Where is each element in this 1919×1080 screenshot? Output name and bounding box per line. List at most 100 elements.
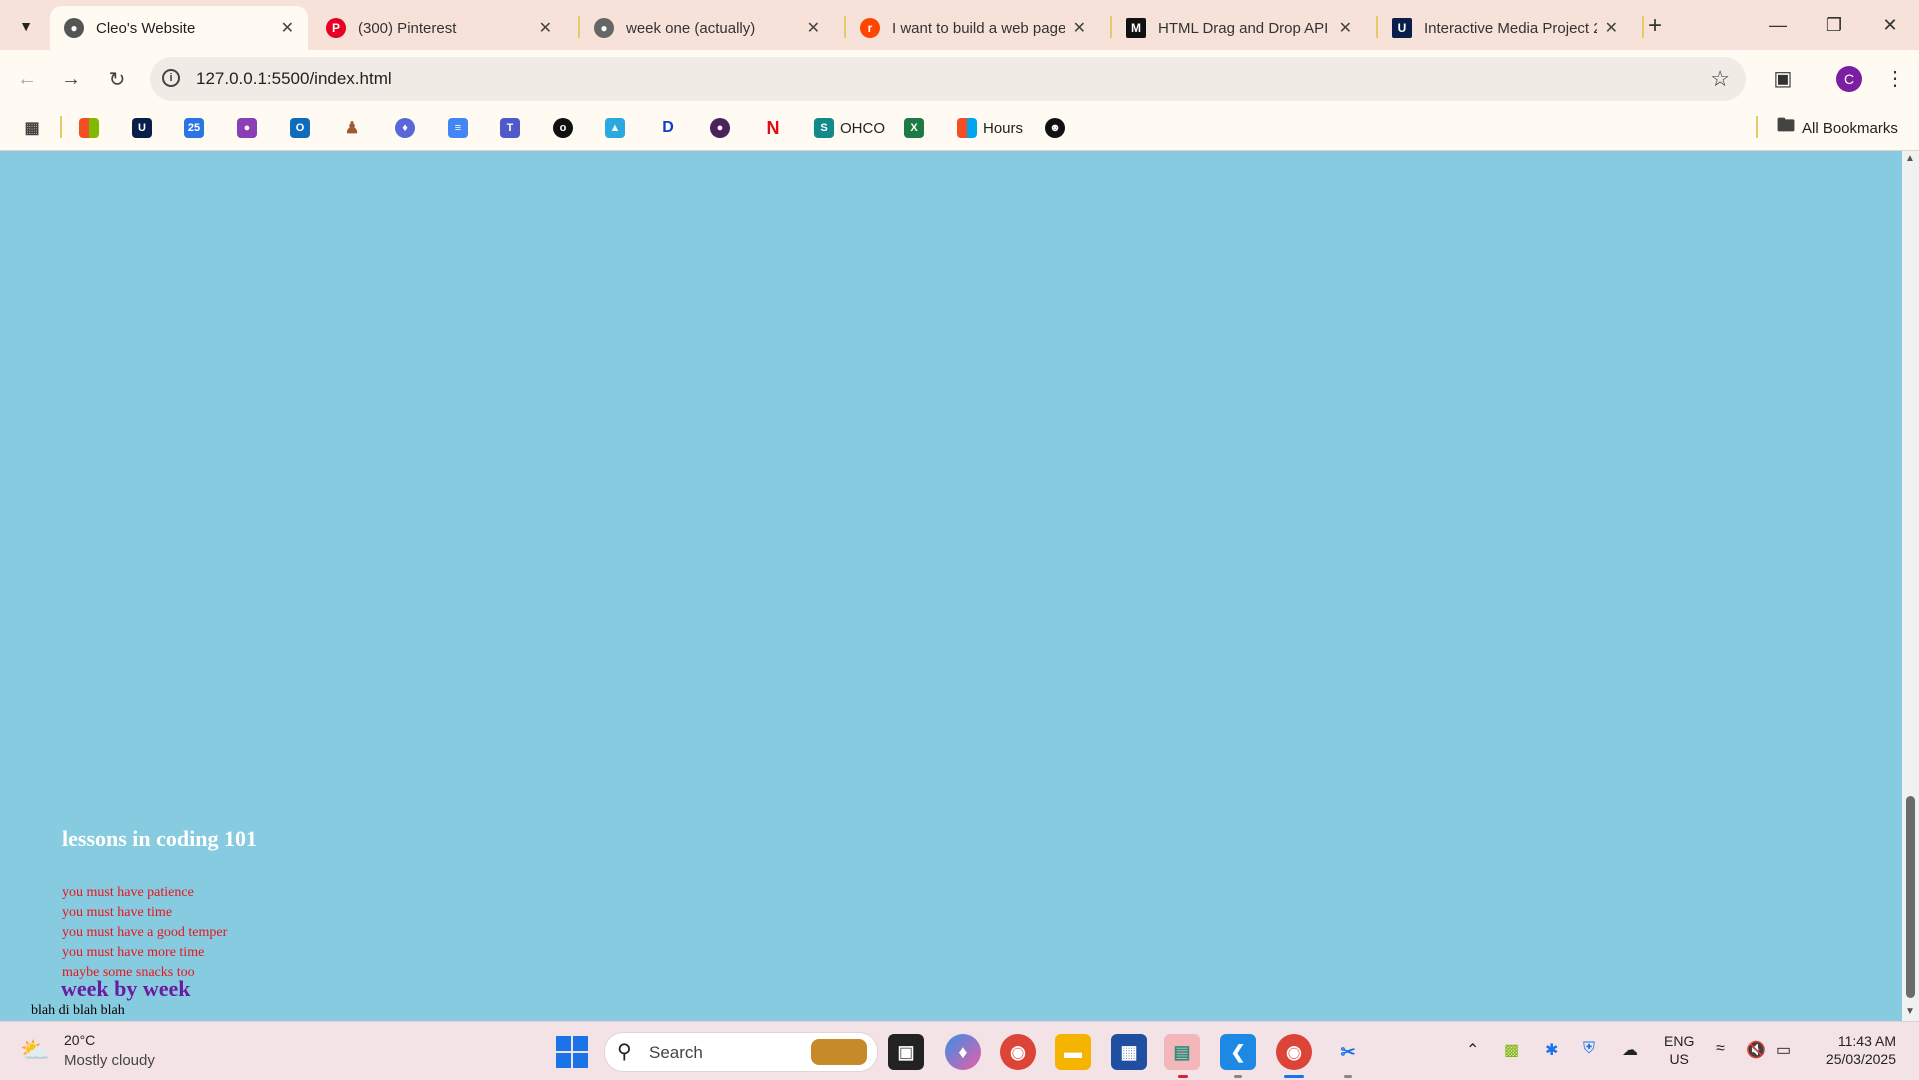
tab-title: Cleo's Website — [96, 19, 196, 37]
task-view-app[interactable]: ▣ — [888, 1034, 924, 1070]
restore-icon: ❐ — [1825, 14, 1843, 35]
vscode-app[interactable]: ❮ — [1220, 1034, 1256, 1070]
search-icon: ⚲ — [617, 1041, 632, 1063]
chrome-icon: ◉ — [1010, 1041, 1026, 1062]
app-indicator — [1284, 1075, 1304, 1078]
scroll-down-icon[interactable]: ▼ — [1905, 1006, 1915, 1017]
bookmark-ohco[interactable]: S OHCO — [814, 116, 885, 140]
bookmark-uts[interactable]: U — [132, 116, 152, 140]
profile-avatar[interactable]: C — [1836, 66, 1862, 92]
chrome-app[interactable]: ◉ — [1000, 1034, 1036, 1070]
chrome-profile-app[interactable]: ◉ — [1276, 1034, 1312, 1070]
bookmark-excel[interactable]: X — [904, 116, 924, 140]
bookmark-microsoft[interactable] — [79, 116, 99, 140]
tab-strip: ▼ ● Cleo's Website ✕ P (300) Pinterest ✕… — [0, 0, 1919, 50]
battery-icon[interactable]: ▭ — [1776, 1040, 1791, 1060]
close-icon[interactable]: ✕ — [807, 18, 820, 38]
close-window-button[interactable]: ✕ — [1870, 10, 1910, 40]
weather-cloud-icon[interactable]: ⛅ — [20, 1036, 52, 1064]
tab-interactive-media[interactable]: U Interactive Media Project 2 ✕ — [1378, 6, 1632, 50]
figure-icon: ♟ — [344, 120, 360, 137]
bookmark-hours[interactable]: Hours — [957, 116, 1023, 140]
speaker-muted-icon[interactable]: 🔇 — [1746, 1040, 1766, 1060]
bookmark-dark-circle[interactable]: ● — [710, 116, 730, 140]
close-icon[interactable]: ✕ — [539, 18, 552, 38]
minimize-icon: — — [1769, 14, 1787, 35]
bluetooth-icon[interactable]: ✱ — [1545, 1040, 1558, 1060]
tab-mdn-drag-drop[interactable]: M HTML Drag and Drop API ✕ — [1112, 6, 1366, 50]
bookmark-github[interactable]: ☻ — [1045, 116, 1065, 140]
all-bookmarks-button[interactable]: 🖿 All Bookmarks — [1776, 115, 1898, 140]
close-icon[interactable]: ✕ — [1339, 18, 1352, 38]
nvidia-icon[interactable]: ▩ — [1504, 1040, 1519, 1060]
bookmark-circle[interactable]: o — [553, 116, 573, 140]
url-text[interactable]: 127.0.0.1:5500/index.html — [196, 69, 392, 89]
excel-icon: X — [904, 118, 924, 138]
menu-button[interactable]: ⋮ — [1880, 63, 1910, 93]
weather-temperature[interactable]: 20°C — [64, 1032, 95, 1048]
close-icon[interactable]: ✕ — [1073, 18, 1086, 38]
tab-cleos-website[interactable]: ● Cleo's Website ✕ — [50, 6, 308, 50]
restore-button[interactable]: ❐ — [1814, 10, 1854, 40]
tab-search-button[interactable]: ▼ — [10, 10, 42, 42]
chrome-icon: ◉ — [1286, 1041, 1302, 1062]
snipping-app[interactable]: ▤ — [1164, 1034, 1200, 1070]
clock[interactable]: 11:43 AM 25/03/2025 — [1816, 1032, 1896, 1068]
wifi-icon[interactable]: ≈ — [1716, 1040, 1725, 1058]
snip-tool-app[interactable]: ✂ — [1330, 1034, 1366, 1070]
taskbar-search[interactable]: ⚲ Search — [604, 1032, 878, 1072]
arrow-right-icon: → — [61, 67, 81, 90]
puzzle-icon: ▣ — [1773, 67, 1793, 90]
start-button[interactable] — [556, 1036, 588, 1068]
bookmark-calendar[interactable]: 25 — [184, 116, 204, 140]
tab-reddit[interactable]: r I want to build a web page ✕ — [846, 6, 1100, 50]
github-icon: ☻ — [1045, 118, 1065, 138]
reload-button[interactable]: ↻ — [102, 64, 132, 94]
tab-week-one[interactable]: ● week one (actually) ✕ — [580, 6, 834, 50]
chevron-up-icon[interactable]: ⌃ — [1466, 1040, 1479, 1060]
page-scrollbar[interactable]: ▲ ▼ — [1902, 151, 1919, 1021]
close-icon[interactable]: ✕ — [281, 18, 294, 38]
back-button[interactable]: ← — [12, 64, 42, 94]
tab-pinterest[interactable]: P (300) Pinterest ✕ — [312, 6, 566, 50]
copilot-app[interactable]: ♦ — [945, 1034, 981, 1070]
language-indicator[interactable]: ENG US — [1664, 1032, 1694, 1068]
store-app[interactable]: ▦ — [1111, 1034, 1147, 1070]
arrow-left-icon: ← — [17, 67, 37, 90]
app-indicator — [1234, 1075, 1242, 1078]
star-icon[interactable]: ☆ — [1710, 66, 1730, 92]
weather-description[interactable]: Mostly cloudy — [64, 1052, 155, 1069]
bookmark-map[interactable]: ▲ — [605, 116, 625, 140]
bookmark-figure[interactable]: ♟ — [342, 116, 362, 140]
copilot-icon: ♦ — [395, 118, 415, 138]
address-bar[interactable]: i 127.0.0.1:5500/index.html ☆ — [150, 57, 1746, 101]
bookmark-teams[interactable]: T — [500, 116, 520, 140]
tab-title: (300) Pinterest — [358, 19, 457, 37]
purple-circle-icon: ● — [710, 118, 730, 138]
bookmark-copilot[interactable]: ♦ — [395, 116, 415, 140]
bookmark-netflix[interactable]: N — [763, 116, 783, 140]
bookmark-label: Hours — [983, 119, 1024, 137]
bookmark-docs[interactable]: ≡ — [448, 116, 468, 140]
file-explorer-app[interactable]: ▬ — [1055, 1034, 1091, 1070]
new-tab-button[interactable]: + — [1648, 12, 1662, 40]
bookmarks-bar: ▦ U 25 ● O ♟ ♦ ≡ T o ▲ D ● N S OHCO X Ho… — [0, 106, 1919, 151]
scroll-up-icon[interactable]: ▲ — [1905, 153, 1915, 164]
shield-icon[interactable]: ⛨ — [1583, 1040, 1595, 1058]
kebab-menu-icon: ⋮ — [1885, 67, 1905, 90]
close-icon[interactable]: ✕ — [1605, 18, 1618, 38]
bookmark-outlook[interactable]: O — [290, 116, 310, 140]
reddit-icon: r — [860, 18, 880, 38]
microsoft-icon — [79, 118, 99, 138]
info-icon[interactable]: i — [162, 69, 180, 87]
scroll-thumb[interactable] — [1906, 796, 1915, 998]
extensions-button[interactable]: ▣ — [1768, 63, 1798, 93]
cloud-offline-icon[interactable]: ☁ — [1622, 1040, 1638, 1060]
apps-button[interactable]: ▦ — [22, 116, 42, 140]
minimize-button[interactable]: — — [1758, 10, 1798, 40]
forward-button[interactable]: → — [56, 64, 86, 94]
bookmark-disney[interactable]: D — [658, 116, 678, 140]
map-icon: ▲ — [605, 118, 625, 138]
bookmark-purple-app[interactable]: ● — [237, 116, 257, 140]
reload-icon: ↻ — [108, 68, 126, 91]
